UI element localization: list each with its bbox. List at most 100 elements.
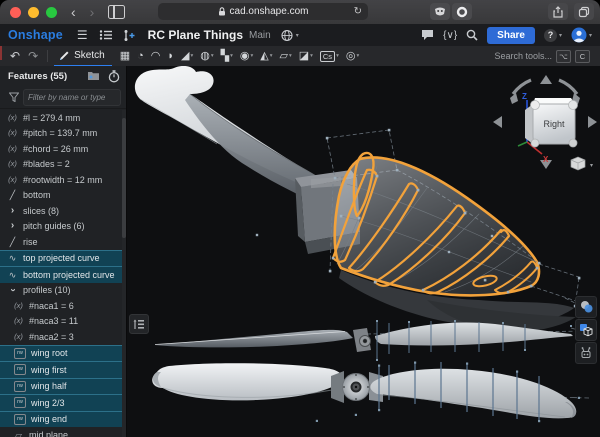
feature-type-icon: (x) (6, 144, 19, 154)
featurescript-notices-icon[interactable]: {∨} (443, 30, 457, 41)
tool-button[interactable]: ◠ ▾ (151, 51, 161, 62)
view-cube[interactable]: Z X Right ▾ (489, 68, 600, 178)
feature-row[interactable]: › profiles (10) (0, 283, 122, 299)
address-bar[interactable]: cad.onshape.com ↻ (158, 3, 368, 20)
extension-mask-icon[interactable] (430, 3, 450, 20)
tool-button[interactable]: ▱ ▾ (279, 51, 291, 62)
main-menu-icon[interactable]: ☰ (77, 28, 88, 42)
share-page-icon[interactable] (548, 3, 568, 20)
tool-button[interactable]: ◉ ▾ (240, 51, 253, 62)
feature-row[interactable]: rw wing half (0, 378, 122, 395)
share-button[interactable]: Share (487, 27, 535, 44)
user-avatar[interactable] (571, 27, 587, 43)
display-cube-icon[interactable] (575, 319, 597, 341)
view-cube-body[interactable]: Right (525, 98, 578, 147)
feature-label: #rootwidth = 12 mm (23, 175, 102, 185)
undo-button[interactable]: ↶ (10, 49, 20, 63)
browser-forward-button[interactable]: › (90, 7, 95, 17)
filter-input[interactable] (23, 89, 121, 106)
tool-button[interactable]: ◔ ▾ (137, 51, 144, 62)
feature-type-icon: (x) (12, 316, 25, 326)
feature-row[interactable]: ∿ top projected curve (0, 250, 122, 267)
search-tools-label: Search tools... (494, 51, 552, 61)
redo-button[interactable]: ↷ (28, 49, 38, 63)
feature-type-icon: rw (14, 414, 26, 425)
feature-type-icon: ╱ (6, 237, 19, 247)
feature-row[interactable]: (x) #naca2 = 3 (0, 329, 122, 345)
help-caret-icon[interactable]: ▾ (559, 32, 562, 39)
feature-label: #naca1 = 6 (29, 301, 74, 311)
help-button[interactable]: ? (544, 29, 557, 42)
feature-row[interactable]: (x) #blades = 2 (0, 157, 122, 173)
history-list-icon[interactable] (99, 29, 113, 41)
feature-label: #naca2 = 3 (29, 332, 74, 342)
graphics-viewport[interactable]: Z X Right ▾ (127, 66, 600, 437)
new-folder-icon[interactable] (87, 70, 100, 81)
onshape-logo[interactable]: Onshape (8, 28, 63, 42)
comment-icon[interactable] (421, 29, 434, 41)
tool-button[interactable]: ◗ ▾ (167, 51, 174, 62)
sketch-button[interactable]: Sketch (54, 46, 112, 67)
feature-row[interactable]: (x) #naca1 = 6 (0, 298, 122, 314)
sketch-label: Sketch (74, 50, 105, 61)
collapse-feature-tree-button[interactable] (129, 314, 149, 334)
app-header: Onshape ☰ RC Plane Things Main ▾ {∨} (0, 24, 600, 47)
rollback-timer-icon[interactable] (108, 70, 120, 83)
view-menu-caret-icon[interactable]: ▾ (590, 163, 593, 169)
tabs-overview-icon[interactable] (574, 3, 594, 20)
extension-o-icon[interactable] (452, 3, 472, 20)
browser-back-button[interactable]: ‹ (71, 7, 76, 17)
feature-row[interactable]: (x) #pitch = 139.7 mm (0, 126, 122, 142)
sidebar-toggle-button[interactable] (108, 5, 125, 19)
feature-label: #pitch = 139.7 mm (23, 128, 97, 138)
share-settings-caret-icon[interactable]: ▾ (296, 32, 299, 39)
traffic-lights (10, 7, 57, 18)
feature-label: top projected curve (23, 253, 100, 263)
propeller-plan-view[interactable] (152, 362, 580, 423)
feature-type-icon: › (8, 284, 18, 297)
feature-row[interactable]: ╱ rise (0, 234, 122, 250)
reload-icon[interactable]: ↻ (354, 6, 362, 17)
tool-button[interactable]: ◪ ▾ (299, 51, 313, 62)
robot-icon[interactable] (575, 342, 597, 364)
feature-row[interactable]: (x) #chord = 26 mm (0, 141, 122, 157)
tool-button[interactable]: ◭ ▾ (260, 51, 272, 62)
feature-row[interactable]: › slices (8) (0, 203, 122, 219)
feature-row[interactable]: ▱ mid plane (0, 427, 122, 437)
feature-row[interactable]: rw wing end (0, 411, 122, 428)
feature-row[interactable]: › pitch guides (6) (0, 219, 122, 235)
tool-button[interactable]: ◍ ▾ (200, 51, 213, 62)
search-icon[interactable] (466, 29, 478, 41)
search-tools[interactable]: Search tools... ⌥ C (494, 50, 590, 63)
tool-button[interactable]: ◢ ▾ (181, 51, 193, 62)
workspace-name[interactable]: Main (249, 30, 271, 41)
isometric-view-icon[interactable] (571, 157, 585, 170)
tool-button[interactable]: Cs ▾ (320, 51, 339, 62)
minimize-window-button[interactable] (28, 7, 39, 18)
propeller-edge-view[interactable] (155, 320, 590, 361)
feature-row[interactable]: ∿ bottom projected curve (0, 266, 122, 283)
tool-button[interactable]: ◎ ▾ (346, 51, 359, 62)
tool-button[interactable]: ▚ ▾ (221, 51, 233, 62)
globe-icon[interactable] (281, 29, 294, 42)
feature-row[interactable]: rw wing first (0, 361, 122, 378)
feature-row[interactable]: (x) #naca3 = 11 (0, 314, 122, 330)
user-menu-caret-icon[interactable]: ▾ (589, 32, 592, 39)
branch-plus-icon[interactable] (122, 29, 136, 42)
zoom-window-button[interactable] (46, 7, 57, 18)
feature-row[interactable]: (x) #rootwidth = 12 mm (0, 172, 122, 188)
appearance-icon[interactable] (575, 296, 597, 318)
tool-button[interactable]: ▦ ▾ (120, 51, 130, 62)
close-window-button[interactable] (10, 7, 21, 18)
document-title[interactable]: RC Plane Things (148, 28, 243, 42)
feature-row[interactable]: rw wing root (0, 345, 122, 362)
feature-row[interactable]: rw wing 2/3 (0, 394, 122, 411)
feature-label: wing 2/3 (31, 398, 65, 408)
feature-label: #blades = 2 (23, 159, 70, 169)
feature-label: rise (23, 237, 38, 247)
onshape-window: ‹ › cad.onshape.com ↻ Onshape ☰ (0, 0, 600, 437)
feature-row[interactable]: ╱ bottom (0, 188, 122, 204)
feature-row[interactable]: (x) #l = 279.4 mm (0, 110, 122, 126)
panel-scrollbar[interactable] (122, 110, 126, 437)
feature-label: wing end (31, 414, 67, 424)
